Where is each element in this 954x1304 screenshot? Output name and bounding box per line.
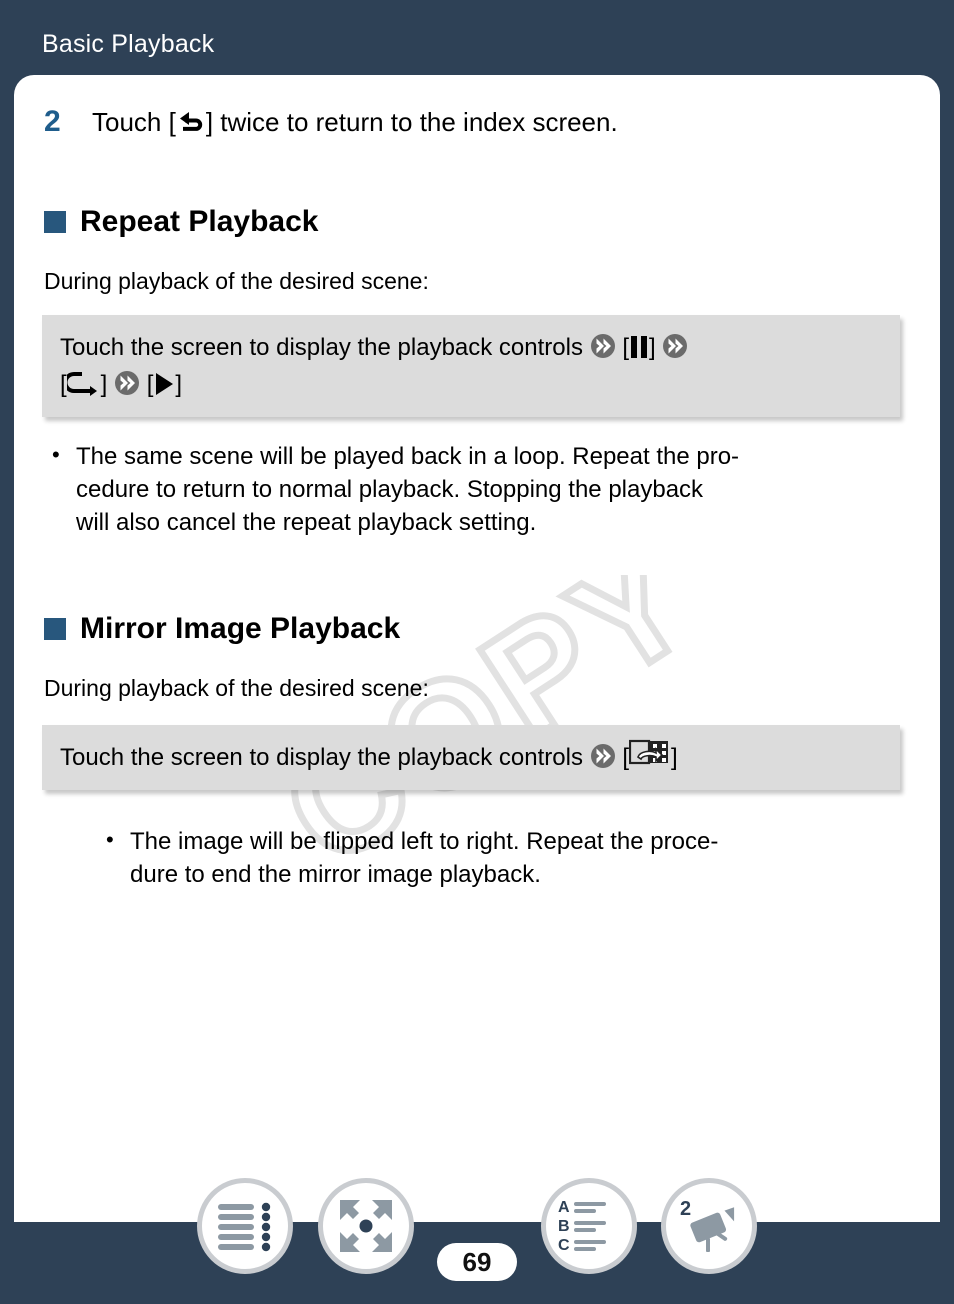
- command-text-mirror: Touch the screen to display the playback…: [60, 744, 583, 771]
- header-bar: Basic Playback: [0, 0, 954, 75]
- bracket-open-repeat: [: [60, 371, 67, 399]
- bracket-close-mirror: ]: [670, 744, 678, 771]
- chevron-icon: [662, 333, 688, 359]
- section-heading-repeat-playback: Repeat Playback: [44, 205, 318, 239]
- bullet-dot-icon: •: [52, 442, 60, 467]
- command-box-mirror: Touch the screen to display the playback…: [42, 725, 900, 791]
- expand-arrows-icon[interactable]: [318, 1178, 414, 1274]
- chevron-icon: [590, 333, 616, 359]
- svg-text:B: B: [558, 1218, 570, 1235]
- bracket-close-play: ]: [175, 371, 183, 399]
- step-text: Touch [ ] twice to return to the index sc…: [92, 107, 618, 138]
- svg-text:2: 2: [680, 1198, 691, 1220]
- chevron-icon: [590, 743, 616, 769]
- bullet-line: dure to end the mirror image playback.: [130, 861, 541, 889]
- camcorder-2-icon[interactable]: 2: [661, 1178, 757, 1274]
- pause-icon: [629, 335, 649, 359]
- bracket-open-pause: [: [622, 334, 629, 361]
- step-text-before: Touch [: [92, 107, 176, 137]
- bullet-line: The image will be flipped left to right.…: [130, 828, 719, 855]
- abc-index-icon[interactable]: A B C: [541, 1178, 637, 1274]
- section-title: Mirror Image Playback: [80, 612, 401, 645]
- list-item: dure to end the mirror image playback.: [106, 858, 916, 891]
- bracket-open-play: [: [146, 371, 154, 399]
- bullet-list-mirror: • The image will be flipped left to righ…: [106, 825, 916, 891]
- bracket-close-pause: ]: [648, 334, 656, 361]
- svg-text:C: C: [558, 1237, 570, 1253]
- section-lead-repeat: During playback of the desired scene:: [44, 268, 429, 294]
- chevron-icon: [114, 370, 140, 396]
- bracket-close-repeat: ]: [100, 371, 108, 399]
- section-bullet-square-icon: [44, 618, 66, 640]
- bullet-line: will also cancel the repeat playback set…: [76, 509, 537, 537]
- step-text-after: ] twice to return to the index screen.: [205, 107, 618, 137]
- bullet-line: cedure to return to normal playback. Sto…: [76, 476, 704, 504]
- list-item: will also cancel the repeat playback set…: [52, 506, 912, 539]
- bullet-line: The same scene will be played back in a …: [76, 443, 740, 470]
- bottom-navigation: A B C 2: [0, 1165, 954, 1304]
- mirror-image-icon: [628, 739, 671, 769]
- list-item: • The image will be flipped left to righ…: [106, 825, 916, 858]
- section-lead-mirror: During playback of the desired scene:: [44, 675, 429, 701]
- bullet-dot-icon: •: [106, 827, 114, 852]
- section-bullet-square-icon: [44, 211, 66, 233]
- play-icon: [153, 372, 175, 396]
- page-number-badge: 69: [437, 1243, 517, 1281]
- list-item: • The same scene will be played back in …: [52, 440, 912, 473]
- toc-list-icon[interactable]: [197, 1178, 293, 1274]
- repeat-loop-icon: [66, 370, 101, 397]
- svg-text:A: A: [558, 1199, 570, 1216]
- command-text-repeat: Touch the screen to display the playback…: [60, 334, 583, 361]
- bracket-open-mirror: [: [622, 744, 629, 771]
- list-item: cedure to return to normal playback. Sto…: [52, 473, 912, 506]
- bullet-list-repeat: • The same scene will be played back in …: [52, 440, 912, 539]
- section-heading-mirror-image-playback: Mirror Image Playback: [44, 612, 400, 646]
- command-box-repeat: Touch the screen to display the playback…: [42, 315, 900, 418]
- step-number: 2: [44, 105, 61, 138]
- page-card: COPY 2 Touch [] twice to return to the i…: [14, 75, 940, 1222]
- step-row: 2 Touch [ ] twice to return to the index …: [44, 105, 618, 139]
- return-arrow-icon: [176, 109, 206, 135]
- page-title: Basic Playback: [42, 30, 215, 58]
- section-title: Repeat Playback: [80, 205, 319, 238]
